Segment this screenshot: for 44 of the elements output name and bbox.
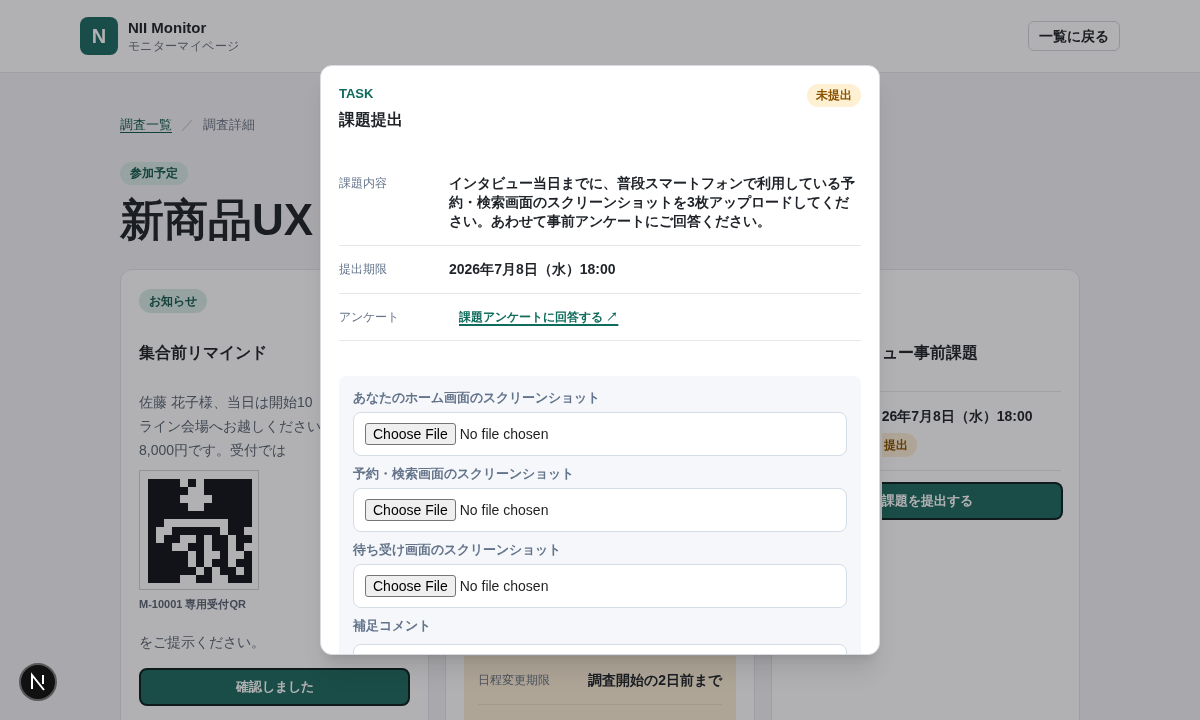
card-title: ュー事前課題	[881, 343, 978, 363]
detail-value: 2026年7月8日（水）18:00	[449, 260, 617, 279]
file-status-text: No file chosen	[459, 424, 549, 444]
app-title: NII Monitor	[128, 18, 208, 38]
breadcrumb-separator: ／	[181, 116, 194, 134]
back-to-list-button[interactable]: 一覧に戻る	[1028, 21, 1120, 51]
status-badge: 提出	[881, 433, 917, 457]
app-subtitle: モニターマイページ	[128, 38, 240, 54]
status-badge: 未提出	[807, 84, 861, 107]
upload-label: 予約・検索画面のスクリーンショット	[353, 465, 575, 483]
schedule-value: 調査開始の2日前まで	[588, 671, 723, 690]
circle-logo-icon[interactable]	[19, 663, 57, 701]
file-upload-field[interactable]: Choose File No file chosen	[353, 564, 847, 608]
notice-badge: お知らせ	[139, 289, 207, 313]
upload-label: 補足コメント	[353, 617, 432, 635]
choose-file-button[interactable]: Choose File	[365, 423, 456, 445]
upload-label: あなたのホーム画面のスクリーンショット	[353, 389, 601, 407]
submit-task-button[interactable]: 課題を提出する	[881, 482, 1063, 520]
modal-eyebrow: TASK	[339, 85, 375, 102]
participation-badge: 参加予定	[120, 162, 188, 185]
choose-file-button[interactable]: Choose File	[365, 499, 456, 521]
detail-label: アンケート	[339, 309, 400, 326]
detail-value: インタビュー当日までに、普段スマートフォンで利用している予約・検索画面のスクリーンショットを3枚アップロードしてください。あわせて事前アンケートにご回答ください。	[449, 174, 856, 231]
file-status-text: No file chosen	[459, 500, 549, 520]
survey-title: 新商品UX	[120, 194, 314, 246]
reminder-message-text: をご提示ください。	[139, 633, 265, 652]
card-title: 集合前リマインド	[139, 343, 267, 363]
detail-label: 提出期限	[339, 261, 388, 278]
file-upload-field[interactable]: Choose File No file chosen	[353, 488, 847, 532]
file-status-text: No file chosen	[459, 576, 549, 596]
breadcrumb-current: 調査詳細	[203, 116, 255, 134]
file-upload-field[interactable]: Choose File No file chosen	[353, 412, 847, 456]
deadline-text: 26年7月8日（水）18:00	[881, 407, 1033, 426]
reminder-message-text: 佐藤 花子様、当日は開始10 ライン会場へお越しください 8,000円です。受付では	[139, 393, 321, 460]
survey-link[interactable]: 課題アンケートに回答する ↗	[459, 308, 619, 326]
schedule-label: 日程変更期限	[478, 672, 552, 689]
upload-label: 待ち受け画面のスクリーンショット	[353, 541, 562, 559]
qr-caption: M-10001 専用受付QR	[139, 597, 246, 612]
confirm-button[interactable]: 確認しました	[139, 668, 411, 706]
detail-label: 課題内容	[339, 175, 388, 192]
modal-title: 課題提出	[339, 110, 403, 130]
app-logo: N	[80, 17, 118, 55]
choose-file-button[interactable]: Choose File	[365, 575, 456, 597]
breadcrumb-link[interactable]: 調査一覧	[120, 115, 172, 135]
